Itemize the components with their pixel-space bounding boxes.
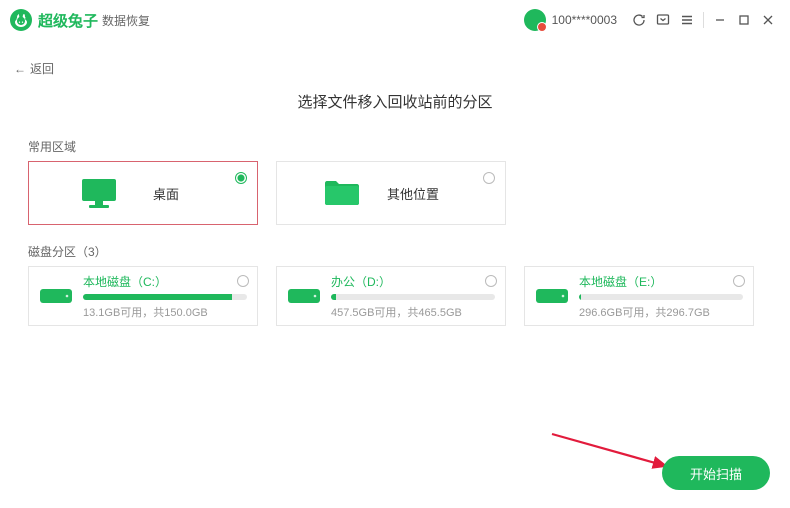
- annotation-arrow-icon: [548, 428, 678, 476]
- progress-bar: [579, 294, 743, 300]
- brand-text: 超级兔子: [38, 10, 98, 31]
- subbrand-text: 数据恢复: [102, 12, 150, 29]
- drive-d[interactable]: 办公（D:） 457.5GB可用，共465.5GB: [276, 266, 506, 326]
- page-title: 选择文件移入回收站前的分区: [0, 91, 790, 112]
- card-other[interactable]: 其他位置: [276, 161, 506, 225]
- section-common-label: 常用区域: [28, 138, 790, 155]
- drive-name: 本地磁盘（C:）: [83, 273, 247, 290]
- refresh-icon[interactable]: [627, 8, 651, 32]
- radio-icon: [235, 172, 247, 184]
- scan-button-label: 开始扫描: [690, 464, 742, 483]
- card-desktop[interactable]: 桌面: [28, 161, 258, 225]
- feedback-icon[interactable]: [651, 8, 675, 32]
- folder-icon: [323, 179, 361, 207]
- monitor-icon: [81, 178, 117, 208]
- back-label: 返回: [30, 60, 54, 77]
- card-label: 桌面: [153, 184, 179, 203]
- maximize-button[interactable]: [732, 8, 756, 32]
- progress-bar: [83, 294, 247, 300]
- drive-icon: [287, 283, 321, 310]
- drive-stat: 13.1GB可用，共150.0GB: [83, 304, 247, 320]
- drive-name: 办公（D:）: [331, 273, 495, 290]
- radio-icon: [485, 275, 497, 287]
- back-arrow-icon: ←: [14, 62, 26, 76]
- progress-fill: [331, 294, 336, 300]
- radio-icon: [483, 172, 495, 184]
- start-scan-button[interactable]: 开始扫描: [662, 456, 770, 490]
- progress-fill: [579, 294, 581, 300]
- radio-icon: [237, 275, 249, 287]
- drive-icon: [535, 283, 569, 310]
- drive-stat: 296.6GB可用，共296.7GB: [579, 304, 743, 320]
- close-button[interactable]: [756, 8, 780, 32]
- user-avatar-icon[interactable]: [524, 9, 546, 31]
- back-button[interactable]: ← 返回: [14, 60, 54, 77]
- drive-c[interactable]: 本地磁盘（C:） 13.1GB可用，共150.0GB: [28, 266, 258, 326]
- logo: 超级兔子 数据恢复: [10, 9, 150, 31]
- section-partition-label: 磁盘分区（3）: [28, 243, 790, 260]
- radio-icon: [733, 275, 745, 287]
- card-label: 其他位置: [387, 184, 439, 203]
- progress-fill: [83, 294, 232, 300]
- drive-e[interactable]: 本地磁盘（E:） 296.6GB可用，共296.7GB: [524, 266, 754, 326]
- progress-bar: [331, 294, 495, 300]
- rabbit-logo-icon: [10, 9, 32, 31]
- titlebar: 超级兔子 数据恢复 100****0003: [0, 0, 790, 40]
- common-area-row: 桌面 其他位置: [0, 161, 790, 243]
- drive-stat: 457.5GB可用，共465.5GB: [331, 304, 495, 320]
- user-id-text: 100****0003: [552, 13, 617, 27]
- drive-name: 本地磁盘（E:）: [579, 273, 743, 290]
- menu-icon[interactable]: [675, 8, 699, 32]
- drive-icon: [39, 283, 73, 310]
- drives-row: 本地磁盘（C:） 13.1GB可用，共150.0GB 办公（D:） 457.5G…: [0, 266, 790, 326]
- minimize-button[interactable]: [708, 8, 732, 32]
